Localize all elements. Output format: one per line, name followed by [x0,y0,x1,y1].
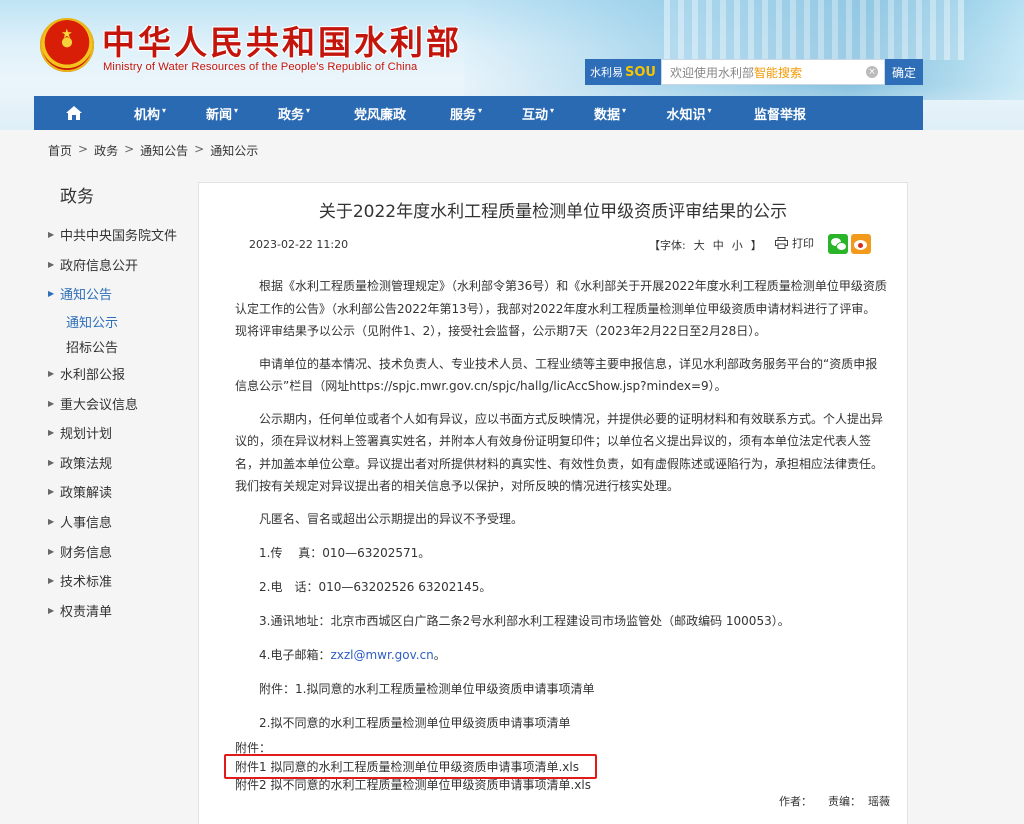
triangle-right-icon: ▶ [48,289,55,299]
nav-item-news[interactable]: 新闻 ▾ [186,96,258,130]
sidebar-item-regulations[interactable]: ▶ 政策法规 [48,448,198,478]
font-size-medium[interactable]: 中 [713,237,724,253]
paragraph: 申请单位的基本情况、技术负责人、专业技术人员、工程业绩等主要申报信息，详见水利部… [235,356,878,394]
printer-icon [775,237,788,249]
contact-fax: 1.传 真：010—63202571。 [259,545,431,560]
sidebar-item-major-meetings[interactable]: ▶ 重大会议信息 [48,388,198,418]
search-brand-logo-text: SOU [625,64,656,80]
sidebar-subitem-public-notice[interactable]: 通知公示 [48,309,198,334]
sidebar-subitem-tender-notice[interactable]: 招标公告 [48,334,198,359]
triangle-right-icon: ▶ [48,369,55,379]
clear-icon[interactable]: × [866,66,878,78]
search-brand-logo: 水利易 SOU [585,59,661,85]
wechat-share-icon[interactable] [828,234,848,254]
sidebar-item-info-disclosure[interactable]: ▶ 政府信息公开 [48,250,198,280]
contact-email: 4.电子邮箱：zxzl@mwr.gov.cn。 [235,644,887,667]
triangle-right-icon: ▶ [48,546,55,556]
breadcrumb-sep: > [124,142,135,156]
nav-item-government[interactable]: 政务 ▾ [258,96,330,130]
font-size-switcher: 【字体: 大 中 小 】 [649,237,762,253]
breadcrumb-government[interactable]: 政务 [94,142,118,159]
contact-address: 3.通讯地址：北京市西城区白广路二条2号水利部水利工程建设司市场监管处（邮政编码… [259,613,790,628]
sidebar-item-planning[interactable]: ▶ 规划计划 [48,418,198,448]
search-placeholder-highlight: 智能搜索 [754,65,803,80]
editor-label: 责编： [828,795,861,808]
article-footer-meta: 作者： 责编： 瑶薇 [779,793,890,809]
email-end: 。 [433,647,446,662]
paragraph: 根据《水利工程质量检测管理规定》（水利部令第36号）和《水利部关于开展2022年… [235,279,887,338]
font-size-large[interactable]: 大 [694,237,705,253]
home-icon[interactable] [34,96,114,130]
sidebar-title: 政务 [60,187,94,207]
search-placeholder-prefix: 欢迎使用水利部 [670,65,755,80]
sidebar-item-personnel[interactable]: ▶ 人事信息 [48,507,198,537]
search-submit-button[interactable]: 确定 [885,59,923,85]
editor-name: 瑶薇 [868,795,890,808]
triangle-right-icon: ▶ [48,605,55,615]
triangle-right-icon: ▶ [48,517,55,527]
publish-date: 2023-02-22 11:20 [249,238,349,251]
breadcrumb-sep: > [194,142,205,156]
sidebar-item-policy-interpretation[interactable]: ▶ 政策解读 [48,477,198,507]
email-link[interactable]: zxzl@mwr.gov.cn [330,648,433,662]
breadcrumb: 首页 > 政务 > 通知公告 > 通知公示 [48,142,258,159]
nav-item-data[interactable]: 数据 ▾ [574,96,646,130]
triangle-right-icon: ▶ [48,230,55,240]
breadcrumb-home[interactable]: 首页 [48,142,72,159]
highlight-box [224,754,597,779]
nav-item-interaction[interactable]: 互动 ▾ [502,96,574,130]
sidebar-item-notices[interactable]: ▶ 通知公告 [48,279,198,309]
breadcrumb-notices[interactable]: 通知公告 [140,142,188,159]
sidebar-item-power-list[interactable]: ▶ 权责清单 [48,596,198,626]
national-emblem-icon: ★ [40,18,94,72]
nav-item-services[interactable]: 服务 ▾ [430,96,502,130]
triangle-right-icon: ▶ [48,398,55,408]
sidebar: 政务 ▶ 中共中央国务院文件 ▶ 政府信息公开 ▶ 通知公告 通知公示 招标公告 ▶ 水… [34,168,194,824]
breadcrumb-current[interactable]: 通知公示 [210,142,258,159]
print-label: 打印 [792,237,814,250]
sidebar-item-finance[interactable]: ▶ 财务信息 [48,536,198,566]
site-title-en: Ministry of Water Resources of the Peopl… [103,61,418,73]
sidebar-menu: ▶ 中共中央国务院文件 ▶ 政府信息公开 ▶ 通知公告 通知公示 招标公告 ▶ 水利部公… [48,220,198,625]
attachment-note-1: 附件：1.拟同意的水利工程质量检测单位甲级资质申请事项清单 [259,681,595,696]
nav-item-integrity[interactable]: 党风廉政 [330,96,430,130]
font-size-close: 】 [750,239,762,252]
editor-meta: 责编： 瑶薇 [828,793,890,809]
sidebar-item-standards[interactable]: ▶ 技术标准 [48,566,198,596]
sidebar-item-bulletin[interactable]: ▶ 水利部公报 [48,359,198,389]
contact-phone: 2.电 话：010—63202526 63202145。 [259,579,492,594]
search-input[interactable]: 欢迎使用水利部 智能搜索 × [661,59,885,85]
paragraph: 凡匿名、冒名或超出公示期提出的异议不予受理。 [259,511,524,526]
article-title: 关于2022年度水利工程质量检测单位甲级资质评审结果的公示 [318,202,788,222]
article-body: 根据《水利工程质量检测管理规定》（水利部令第36号）和《水利部关于开展2022年… [235,275,887,746]
triangle-right-icon: ▶ [48,487,55,497]
font-size-small[interactable]: 小 [732,237,743,253]
triangle-right-icon: ▶ [48,259,55,269]
triangle-right-icon: ▶ [48,576,55,586]
author-label: 作者： [779,795,812,808]
nav-item-supervision[interactable]: 监督举报 [732,96,828,130]
triangle-right-icon: ▶ [48,457,55,467]
search-bar: 水利易 SOU 欢迎使用水利部 智能搜索 × 确定 [585,59,923,85]
attachment-note-2: 2.拟不同意的水利工程质量检测单位甲级资质申请事项清单 [259,715,571,730]
weibo-share-icon[interactable] [851,234,871,254]
print-button[interactable]: 打印 [775,235,814,251]
font-size-label: 【字体: [649,239,686,252]
site-title-cn[interactable]: 中华人民共和国水利部 [102,16,462,64]
triangle-right-icon: ▶ [48,428,55,438]
nav-item-water-knowledge[interactable]: 水知识 ▾ [646,96,732,130]
dam-image [664,0,964,60]
email-label: 4.电子邮箱： [259,647,331,662]
main-nav: 机构 ▾ 新闻 ▾ 政务 ▾ 党风廉政 服务 ▾ 互动 ▾ 数据 ▾ 水知识 ▾ 监督举报 [34,96,923,130]
search-brand-prefix: 水利易 [590,66,623,79]
breadcrumb-sep: > [78,142,89,156]
nav-item-org[interactable]: 机构 ▾ [114,96,186,130]
sidebar-item-central-docs[interactable]: ▶ 中共中央国务院文件 [48,220,198,250]
paragraph: 公示期内，任何单位或者个人如有异议，应以书面方式反映情况，并提供必要的证明材料和… [235,411,884,494]
article-panel: 关于2022年度水利工程质量检测单位甲级资质评审结果的公示 2023-02-22… [198,182,908,824]
